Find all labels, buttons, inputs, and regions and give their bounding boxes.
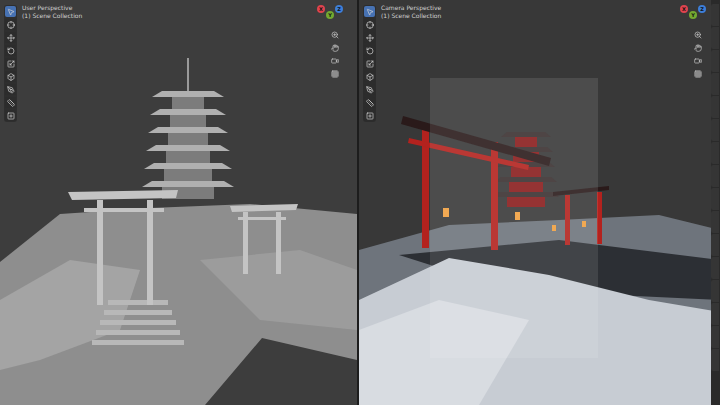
axis-dot[interactable]: Y	[326, 11, 334, 19]
tool-button[interactable]	[364, 32, 375, 43]
tool-icon	[7, 73, 15, 81]
tool-icon	[366, 21, 374, 29]
viewport[interactable]: Camera Perspective(1) Scene Collection XY…	[359, 0, 720, 405]
sidebar-tab[interactable]	[711, 50, 719, 72]
viewport-info: Camera Perspective(1) Scene Collection	[381, 4, 441, 19]
viewport[interactable]: User Perspective(1) Scene Collection XYZ	[0, 0, 357, 405]
tool-button[interactable]	[364, 71, 375, 82]
sidebar-tab[interactable]	[711, 211, 719, 233]
nav-controls	[693, 30, 703, 79]
tool-button[interactable]	[364, 97, 375, 108]
sidebar-tab[interactable]	[711, 303, 719, 325]
tool-icon	[7, 86, 15, 94]
tool-icon	[366, 34, 374, 42]
sidebar-tab[interactable]	[711, 142, 719, 164]
tool-button[interactable]	[5, 45, 16, 56]
nav-icon	[331, 57, 339, 65]
tool-icon	[366, 60, 374, 68]
tool-button[interactable]	[364, 45, 375, 56]
collection-label: (1) Scene Collection	[381, 12, 441, 19]
nav-button[interactable]	[330, 43, 340, 53]
tool-button[interactable]	[364, 84, 375, 95]
tool-icon	[366, 86, 374, 94]
view-title: User Perspective	[22, 4, 82, 11]
axis-dot[interactable]: Y	[689, 11, 697, 19]
camera-frame	[430, 78, 598, 358]
pagoda	[142, 58, 234, 199]
sidebar-tab[interactable]	[711, 257, 719, 279]
nav-icon	[694, 31, 702, 39]
sidebar-tab[interactable]	[711, 73, 719, 95]
nav-button[interactable]	[693, 56, 703, 66]
sidebar-tab[interactable]	[711, 27, 719, 49]
view-title: Camera Perspective	[381, 4, 441, 11]
scene-view[interactable]	[359, 0, 720, 405]
tool-button[interactable]	[5, 71, 16, 82]
torii-gate	[230, 204, 298, 274]
nav-button[interactable]	[693, 30, 703, 40]
sidebar-tab[interactable]	[711, 188, 719, 210]
tool-icon	[7, 60, 15, 68]
tool-icon	[7, 99, 15, 107]
viewport-info: User Perspective(1) Scene Collection	[22, 4, 82, 19]
sidebar-tab[interactable]	[711, 119, 719, 141]
tool-icon	[7, 34, 15, 42]
sidebar-tabs	[711, 0, 720, 405]
torii-gate	[68, 190, 178, 305]
nav-button[interactable]	[330, 56, 340, 66]
nav-controls	[330, 30, 340, 79]
tool-button[interactable]	[5, 58, 16, 69]
tool-button[interactable]	[5, 32, 16, 43]
navigation-gizmo[interactable]: XYZ	[680, 5, 706, 27]
nav-button[interactable]	[330, 69, 340, 79]
tool-icon	[7, 112, 15, 120]
tool-button[interactable]	[364, 58, 375, 69]
ground	[0, 204, 357, 405]
tool-button[interactable]	[5, 84, 16, 95]
sidebar-tab[interactable]	[711, 165, 719, 187]
tool-button[interactable]	[5, 19, 16, 30]
nav-icon	[331, 44, 339, 52]
tool-icon	[366, 47, 374, 55]
tool-button[interactable]	[5, 6, 16, 17]
tool-icon	[366, 73, 374, 81]
toolbar	[4, 5, 17, 122]
sidebar-tab[interactable]	[711, 349, 719, 371]
stairs	[92, 300, 184, 345]
tool-icon	[366, 8, 374, 16]
tool-button[interactable]	[364, 6, 375, 17]
navigation-gizmo[interactable]: XYZ	[317, 5, 343, 27]
sidebar-tab[interactable]	[711, 280, 719, 302]
nav-button[interactable]	[693, 69, 703, 79]
nav-button[interactable]	[693, 43, 703, 53]
nav-button[interactable]	[330, 30, 340, 40]
nav-icon	[694, 44, 702, 52]
nav-icon	[331, 70, 339, 78]
axis-dot[interactable]: X	[680, 5, 688, 13]
sidebar-tab[interactable]	[711, 96, 719, 118]
scene-view[interactable]	[0, 0, 357, 405]
tool-button[interactable]	[364, 19, 375, 30]
nav-icon	[694, 57, 702, 65]
tool-button[interactable]	[364, 110, 375, 121]
sidebar-tab[interactable]	[711, 4, 719, 26]
tool-button[interactable]	[5, 110, 16, 121]
tool-button[interactable]	[5, 97, 16, 108]
axis-dot[interactable]: Z	[698, 5, 706, 13]
nav-icon	[331, 31, 339, 39]
tool-icon	[366, 112, 374, 120]
toolbar	[363, 5, 376, 122]
tool-icon	[7, 47, 15, 55]
collection-label: (1) Scene Collection	[22, 12, 82, 19]
tool-icon	[7, 8, 15, 16]
tool-icon	[366, 99, 374, 107]
axis-dot[interactable]: Z	[335, 5, 343, 13]
axis-dot[interactable]: X	[317, 5, 325, 13]
nav-icon	[694, 70, 702, 78]
tool-icon	[7, 21, 15, 29]
sidebar-tab[interactable]	[711, 234, 719, 256]
blender-window: User Perspective(1) Scene CollectionXYZC…	[0, 0, 720, 405]
sidebar-tab[interactable]	[711, 326, 719, 348]
